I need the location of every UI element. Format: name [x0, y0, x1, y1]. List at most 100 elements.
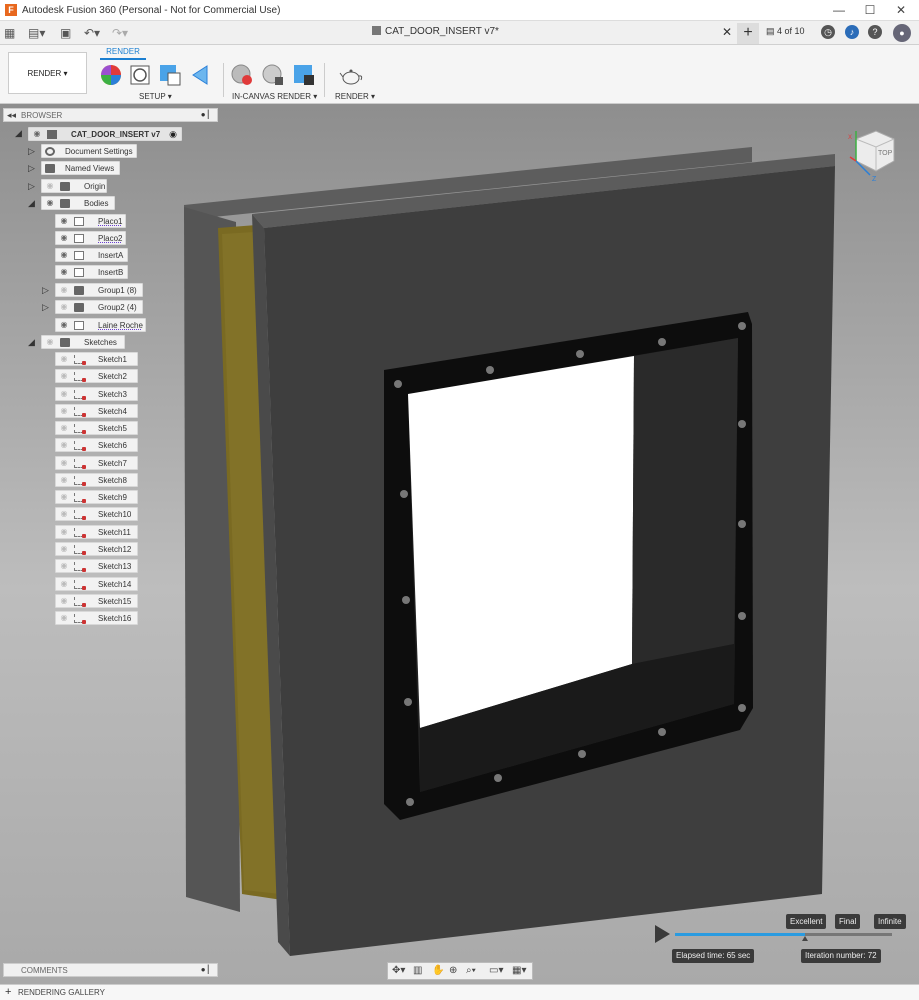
workspace-switcher[interactable]: RENDER ▾	[8, 52, 87, 94]
tree-item-group1[interactable]: ◉ Group1 (8)	[55, 283, 143, 297]
expand-icon[interactable]: ▷	[28, 181, 35, 192]
in-canvas-render-group-label[interactable]: IN-CANVAS RENDER ▾	[232, 92, 317, 101]
tree-item-sketch[interactable]: ◉ Sketch4	[55, 403, 138, 418]
minimize-button[interactable]: —	[824, 2, 854, 18]
maximize-button[interactable]: ☐	[855, 2, 885, 18]
visibility-eye-icon[interactable]: ◉	[59, 406, 69, 415]
visibility-eye-icon[interactable]: ◉	[59, 579, 69, 588]
expand-icon[interactable]: ▷	[42, 285, 49, 296]
visibility-eye-icon[interactable]: ◉	[59, 458, 69, 467]
render-group-label[interactable]: RENDER ▾	[335, 92, 375, 101]
redo-icon[interactable]: ↷▾	[112, 25, 128, 41]
visibility-eye-icon[interactable]: ◉	[59, 510, 69, 518]
tree-item-document-settings[interactable]: Document Settings	[41, 144, 137, 158]
quality-infinite-button[interactable]: Infinite	[874, 914, 906, 929]
tree-item-sketch[interactable]: ◉ Sketch9	[55, 490, 138, 505]
tree-item-sketch[interactable]: ◉ Sketch12	[55, 541, 138, 556]
tree-item-named-views[interactable]: Named Views	[41, 161, 120, 175]
visibility-eye-icon[interactable]: ◉	[59, 251, 69, 259]
render-play-button[interactable]	[655, 925, 670, 943]
visibility-eye-icon[interactable]: ◉	[59, 303, 69, 311]
tree-item-sketch[interactable]: ◉ Sketch15	[55, 593, 138, 608]
comments-controls[interactable]: ● ▏	[201, 965, 214, 974]
visibility-eye-icon[interactable]: ◉	[59, 596, 69, 605]
visibility-eye-icon[interactable]: ◉	[59, 493, 69, 501]
clock-icon[interactable]: ◷	[821, 25, 835, 39]
visibility-eye-icon[interactable]: ◉	[59, 286, 69, 294]
visibility-eye-icon[interactable]: ◉	[45, 338, 55, 346]
visibility-eye-icon[interactable]: ◉	[59, 544, 69, 553]
comments-panel-header[interactable]: COMMENTS ● ▏	[3, 963, 218, 977]
collapse-root-icon[interactable]: ◢	[15, 128, 22, 139]
decal-icon[interactable]	[189, 63, 213, 87]
tree-item-sketches[interactable]: ◉ Sketches	[41, 335, 125, 349]
display-settings-icon[interactable]: ▭▾	[489, 965, 503, 976]
orbit-icon[interactable]: ✥▾	[392, 965, 405, 976]
render-teapot-icon[interactable]	[339, 63, 363, 87]
tree-item-placo1[interactable]: ◉ Placo1	[55, 214, 126, 228]
view-cube[interactable]: TOP X Z	[848, 127, 898, 182]
collapse-browser-icon[interactable]: ◂◂	[7, 110, 16, 121]
tree-item-sketch[interactable]: ◉ Sketch3	[55, 386, 138, 401]
collapse-icon[interactable]: ◢	[28, 337, 35, 348]
tree-item-sketch[interactable]: ◉ Sketch1	[55, 352, 138, 366]
look-at-icon[interactable]: ▥	[413, 965, 422, 976]
tree-item-sketch[interactable]: ◉ Sketch2	[55, 369, 138, 384]
grid-settings-icon[interactable]: ▦▾	[512, 965, 526, 976]
tab-render[interactable]: RENDER	[100, 47, 146, 60]
zoom-icon[interactable]: ⊕	[449, 965, 457, 976]
activate-radio-icon[interactable]: ◉	[169, 129, 177, 140]
tree-item-sketch[interactable]: ◉ Sketch10	[55, 507, 138, 522]
visibility-eye-icon[interactable]: ◉	[59, 614, 69, 622]
tree-item-sketch[interactable]: ◉ Sketch8	[55, 472, 138, 487]
expand-icon[interactable]: ▷	[28, 163, 35, 174]
tree-item-placo2[interactable]: ◉ Placo2	[55, 231, 126, 245]
browser-controls[interactable]: ● ▏	[201, 110, 214, 119]
tree-item-insertb[interactable]: ◉ InsertB	[55, 265, 128, 279]
visibility-eye-icon[interactable]: ◉	[59, 355, 69, 363]
visibility-eye-icon[interactable]: ◉	[59, 475, 69, 484]
expand-gallery-icon[interactable]: +	[5, 986, 11, 998]
new-tab-button[interactable]: +	[737, 23, 759, 44]
tree-item-sketch[interactable]: ◉ Sketch7	[55, 455, 138, 470]
tree-item-group2[interactable]: ◉ Group2 (4)	[55, 300, 143, 314]
visibility-eye-icon[interactable]: ◉	[59, 562, 69, 570]
render-settings-icon[interactable]	[261, 63, 285, 87]
tree-item-inserta[interactable]: ◉ InsertA	[55, 248, 128, 262]
scene-settings-icon[interactable]	[128, 63, 152, 87]
grid-menu-icon[interactable]: ▦	[4, 25, 15, 41]
tree-item-bodies[interactable]: ◉ Bodies	[41, 196, 115, 210]
undo-icon[interactable]: ↶▾	[84, 25, 100, 41]
in-canvas-render-icon[interactable]	[230, 63, 254, 87]
close-window-button[interactable]: ✕	[886, 2, 916, 18]
visibility-eye-icon[interactable]: ◉	[59, 372, 69, 380]
capture-image-icon[interactable]	[292, 63, 316, 87]
browser-panel-header[interactable]: ◂◂ BROWSER ● ▏	[3, 108, 218, 122]
fit-icon[interactable]: ⌕▾	[466, 965, 476, 976]
expand-icon[interactable]: ▷	[42, 302, 49, 313]
visibility-eye-icon[interactable]: ◉	[59, 441, 69, 449]
expand-icon[interactable]: ▷	[28, 146, 35, 157]
close-tab-icon[interactable]: ✕	[722, 25, 732, 39]
help-icon[interactable]: ?	[868, 25, 882, 39]
quality-excellent-button[interactable]: Excellent	[786, 914, 827, 929]
texture-map-icon[interactable]	[158, 63, 182, 87]
tree-item-sketch[interactable]: ◉ Sketch6	[55, 438, 138, 453]
tree-item-sketch[interactable]: ◉ Sketch11	[55, 524, 138, 539]
visibility-eye-icon[interactable]: ◉	[59, 527, 69, 536]
document-tab[interactable]: CAT_DOOR_INSERT v7*	[372, 26, 499, 37]
tree-root[interactable]: ◉ CAT_DOOR_INSERT v7 ◉	[28, 127, 182, 141]
visibility-eye-icon[interactable]: ◉	[59, 268, 69, 276]
visibility-eye-icon[interactable]: ◉	[45, 182, 55, 190]
render-progress-track[interactable]	[675, 933, 892, 941]
visibility-eye-icon[interactable]: ◉	[59, 424, 69, 432]
collapse-icon[interactable]: ◢	[28, 198, 35, 209]
appearance-icon[interactable]	[99, 63, 123, 87]
user-avatar[interactable]: ●	[893, 24, 911, 42]
notification-icon[interactable]: ♪	[845, 25, 859, 39]
tree-item-laine-roche[interactable]: ◉ Laine Roche	[55, 318, 146, 332]
save-icon[interactable]: ▣	[60, 25, 71, 41]
tree-item-sketch[interactable]: ◉ Sketch16	[55, 611, 138, 626]
tree-item-origin[interactable]: ◉ Origin	[41, 179, 107, 193]
pan-icon[interactable]: ✋	[432, 965, 444, 976]
